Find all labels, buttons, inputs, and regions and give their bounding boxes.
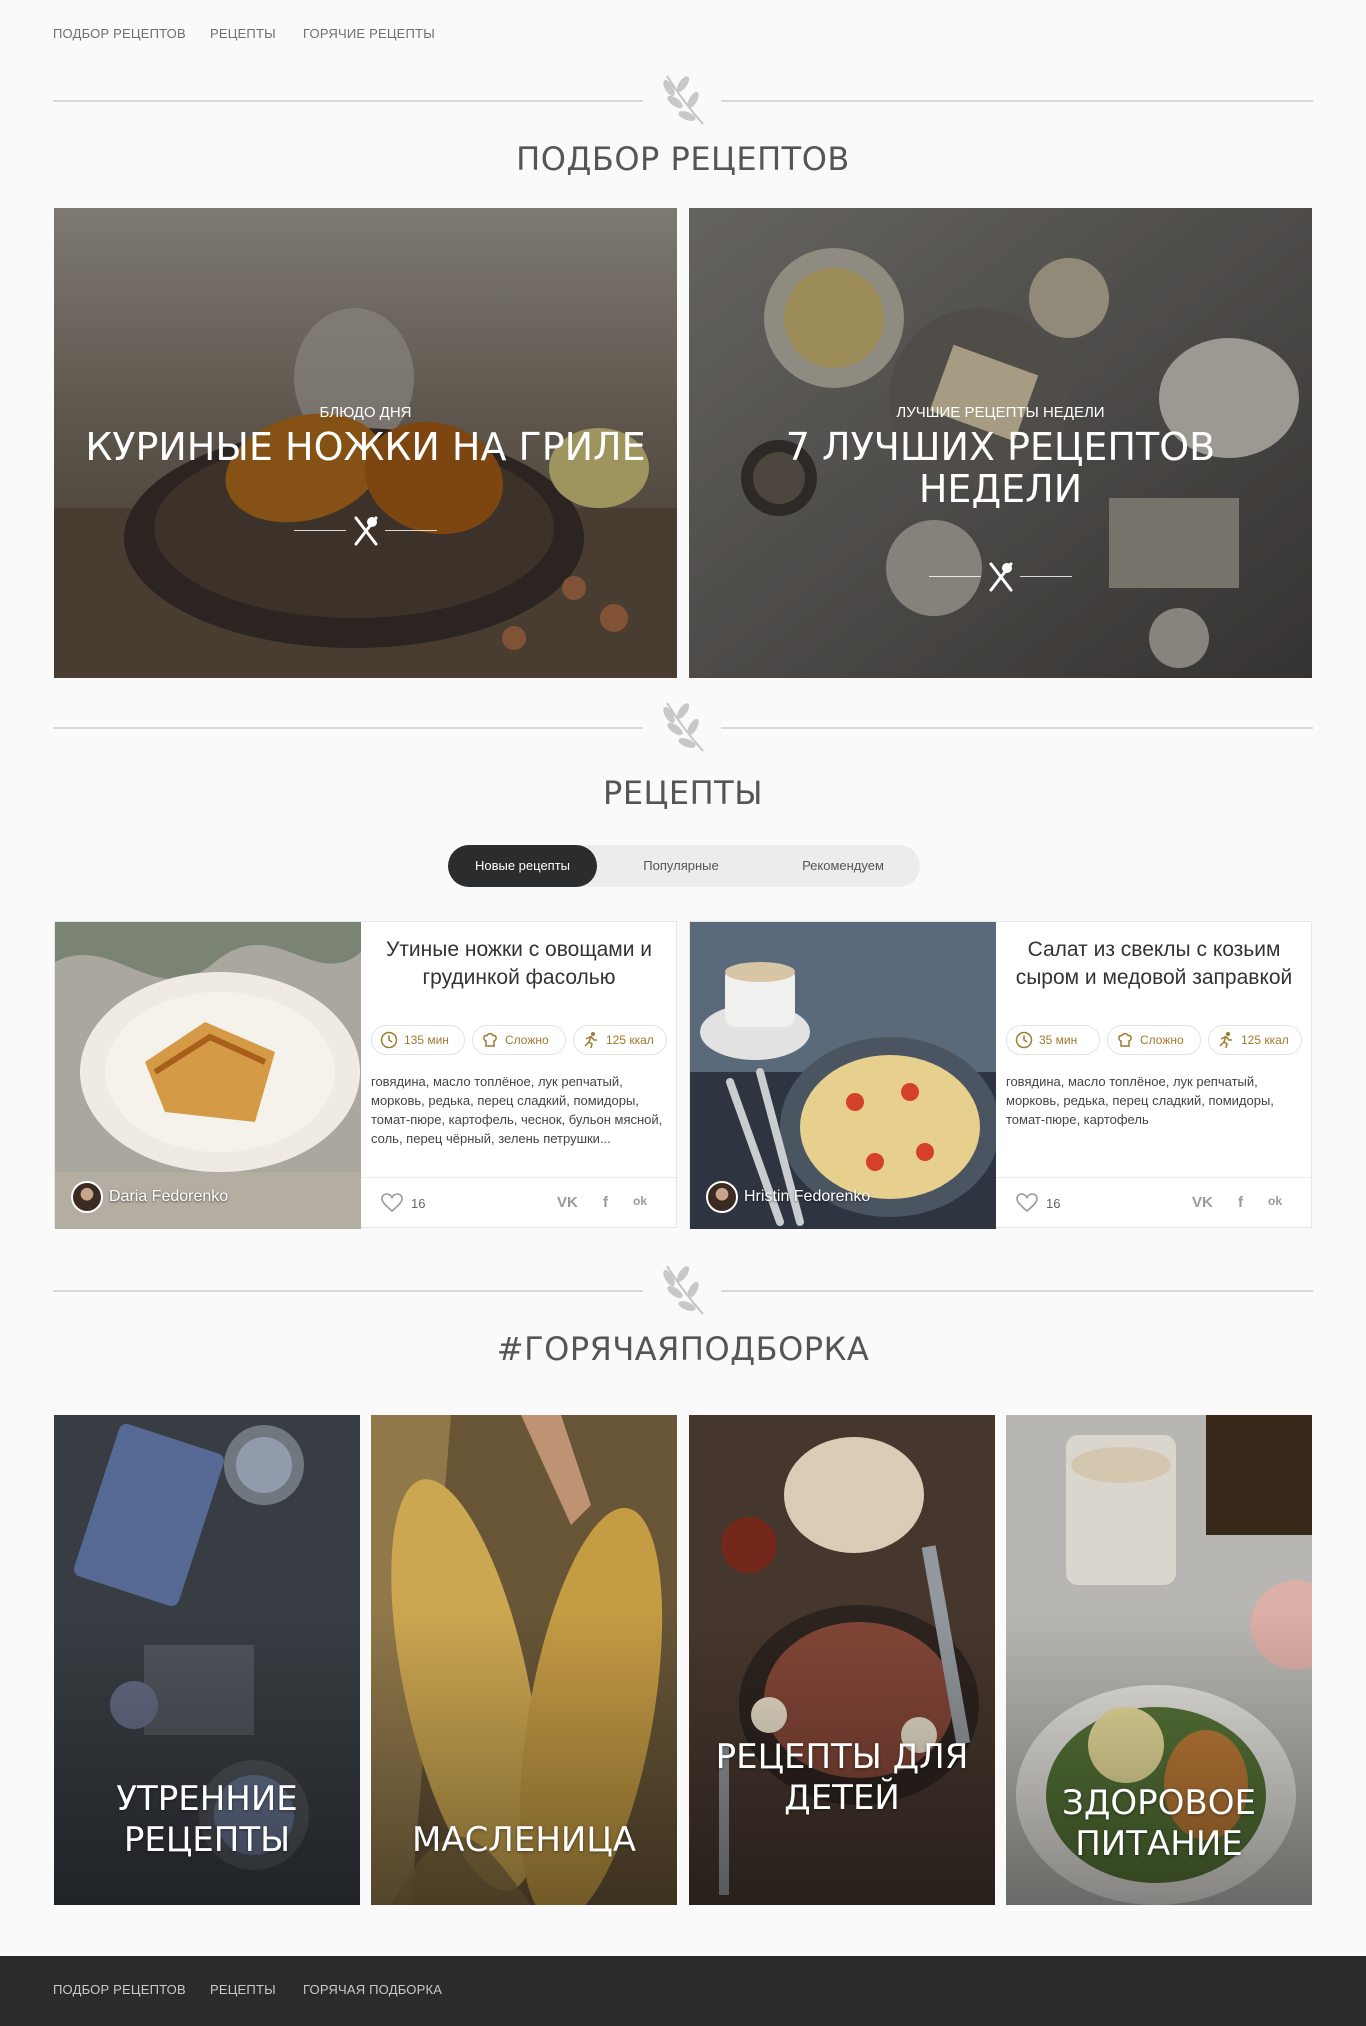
top-nav: ПОДБОР РЕЦЕПТОВ РЕЦЕПТЫ ГОРЯЧИЕ РЕЦЕПТЫ — [0, 0, 1366, 70]
avatar — [71, 1181, 103, 1213]
recipe-photo-lasagna[interactable]: Daria Fedorenko — [55, 922, 361, 1229]
recipe-card[interactable]: Daria Fedorenko Утиные ножки с овощами и… — [54, 921, 677, 1229]
time-badge: 35 мин — [1006, 1025, 1100, 1055]
feature-kicker: ЛУЧШИЕ РЕЦЕПТЫ НЕДЕЛИ — [896, 404, 1105, 421]
facebook-share-icon[interactable]: f — [1238, 1194, 1243, 1211]
olive-branch-icon — [663, 1265, 704, 1315]
clock-icon — [1015, 1031, 1033, 1049]
running-person-icon — [1219, 1032, 1232, 1049]
recipe-author[interactable]: Daria Fedorenko — [71, 1181, 228, 1213]
vk-share-icon[interactable]: VK — [1192, 1194, 1213, 1211]
difficulty-value: Сложно — [505, 1033, 549, 1047]
nav-link-recipes[interactable]: РЕЦЕПТЫ — [210, 26, 276, 41]
footer: ПОДБОР РЕЦЕПТОВ РЕЦЕПТЫ ГОРЯЧАЯ ПОДБОРКА — [0, 1956, 1366, 2026]
ornament-divider — [53, 697, 1313, 757]
fork-knife-divider — [929, 562, 1072, 592]
section-title-hot: #ГОРЯЧАЯПОДБОРКА — [496, 1330, 870, 1368]
recipe-photo-pasta[interactable]: Hristin Fedorenko — [690, 922, 996, 1229]
feature-title: 7 ЛУЧШИХ РЕЦЕПТОВ НЕДЕЛИ — [785, 425, 1216, 511]
footer-link-selection[interactable]: ПОДБОР РЕЦЕПТОВ — [53, 1982, 186, 1997]
vk-share-icon[interactable]: VK — [557, 1194, 578, 1211]
difficulty-value: Сложно — [1140, 1033, 1184, 1047]
hot-tile-healthy[interactable]: ЗДОРОВОЕ ПИТАНИЕ — [1006, 1415, 1312, 1905]
like-count: 16 — [1046, 1195, 1061, 1211]
calories-value: 125 ккал — [1241, 1033, 1289, 1047]
chef-hat-icon — [483, 1032, 497, 1047]
recipe-title[interactable]: Салат из свеклы с козьим сыром и медовой… — [1006, 936, 1302, 992]
like-count: 16 — [411, 1195, 426, 1211]
hot-tile-kids[interactable]: РЕЦЕПТЫ ДЛЯ ДЕТЕЙ — [689, 1415, 995, 1905]
feature-card-dish-of-day[interactable]: БЛЮДО ДНЯ КУРИНЫЕ НОЖКИ НА ГРИЛЕ — [54, 208, 677, 678]
odnoklassniki-share-icon[interactable]: ok — [1268, 1194, 1282, 1208]
heart-icon — [1016, 1193, 1038, 1213]
nav-link-selection[interactable]: ПОДБОР РЕЦЕПТОВ — [53, 26, 186, 41]
hot-tile-morning[interactable]: УТРЕННИЕ РЕЦЕПТЫ — [54, 1415, 360, 1905]
feature-title: КУРИНЫЕ НОЖКИ НА ГРИЛЕ — [85, 425, 646, 469]
calories-badge: 125 ккал — [1208, 1025, 1302, 1055]
difficulty-badge: Сложно — [1107, 1025, 1201, 1055]
recipe-ingredients: говядина, масло топлёное, лук репчатый, … — [1006, 1074, 1274, 1127]
facebook-share-icon[interactable]: f — [603, 1194, 608, 1211]
tab-popular[interactable]: Популярные — [606, 845, 756, 887]
ornament-divider — [53, 1260, 1313, 1320]
hot-tile-label: МАСЛЕНИЦА — [411, 1820, 637, 1860]
avatar — [706, 1181, 738, 1213]
time-value: 35 мин — [1039, 1033, 1078, 1047]
recipe-title[interactable]: Утиные ножки с овощами и грудинкой фасол… — [371, 936, 667, 992]
calories-badge: 125 ккал — [573, 1025, 667, 1055]
olive-branch-icon — [663, 75, 704, 125]
time-value: 135 мин — [404, 1033, 449, 1047]
recipe-ingredients: говядина, масло топлёное, лук репчатый, … — [371, 1074, 663, 1146]
ornament-divider — [53, 70, 1313, 130]
hot-tile-label: РЕЦЕПТЫ ДЛЯ ДЕТЕЙ — [715, 1737, 969, 1818]
tab-recommended[interactable]: Рекомендуем — [766, 845, 920, 887]
recipe-footer: 16 VK f ok — [361, 1177, 676, 1227]
hot-tile-label: УТРЕННИЕ РЕЦЕПТЫ — [116, 1779, 298, 1860]
hot-tile-label: ЗДОРОВОЕ ПИТАНИЕ — [1062, 1783, 1256, 1864]
recipe-author[interactable]: Hristin Fedorenko — [706, 1181, 870, 1213]
nav-link-hot-recipes[interactable]: ГОРЯЧИЕ РЕЦЕПТЫ — [303, 26, 435, 41]
hot-tile-maslenitsa[interactable]: МАСЛЕНИЦА — [371, 1415, 677, 1905]
fork-knife-divider — [294, 516, 437, 546]
chef-hat-icon — [1118, 1032, 1132, 1047]
author-name: Daria Fedorenko — [109, 1188, 229, 1205]
feature-card-weekly-best[interactable]: ЛУЧШИЕ РЕЦЕПТЫ НЕДЕЛИ 7 ЛУЧШИХ РЕЦЕПТОВ … — [689, 208, 1312, 678]
tab-new-recipes[interactable]: Новые рецепты — [448, 845, 597, 887]
like-button[interactable]: 16 — [1016, 1193, 1060, 1213]
odnoklassniki-share-icon[interactable]: ok — [633, 1194, 647, 1208]
clock-icon — [380, 1031, 398, 1049]
section-title-recipes: РЕЦЕПТЫ — [603, 774, 763, 812]
footer-link-recipes[interactable]: РЕЦЕПТЫ — [210, 1982, 276, 1997]
fork-knife-icon — [354, 516, 378, 546]
difficulty-badge: Сложно — [472, 1025, 566, 1055]
time-badge: 135 мин — [371, 1025, 465, 1055]
footer-link-hot-selection[interactable]: ГОРЯЧАЯ ПОДБОРКА — [303, 1982, 442, 1997]
olive-branch-icon — [663, 702, 704, 752]
calories-value: 125 ккал — [606, 1033, 654, 1047]
running-person-icon — [584, 1032, 597, 1049]
section-title-selection: ПОДБОР РЕЦЕПТОВ — [516, 140, 850, 178]
fork-knife-icon — [989, 562, 1013, 592]
feature-kicker: БЛЮДО ДНЯ — [319, 404, 412, 421]
author-name: Hristin Fedorenko — [744, 1188, 871, 1205]
recipe-tabs: Новые рецепты Популярные Рекомендуем — [448, 845, 920, 887]
like-button[interactable]: 16 — [381, 1193, 425, 1213]
recipe-footer: 16 VK f ok — [996, 1177, 1311, 1227]
recipe-card[interactable]: Hristin Fedorenko Салат из свеклы с козь… — [689, 921, 1312, 1229]
heart-icon — [381, 1193, 403, 1213]
